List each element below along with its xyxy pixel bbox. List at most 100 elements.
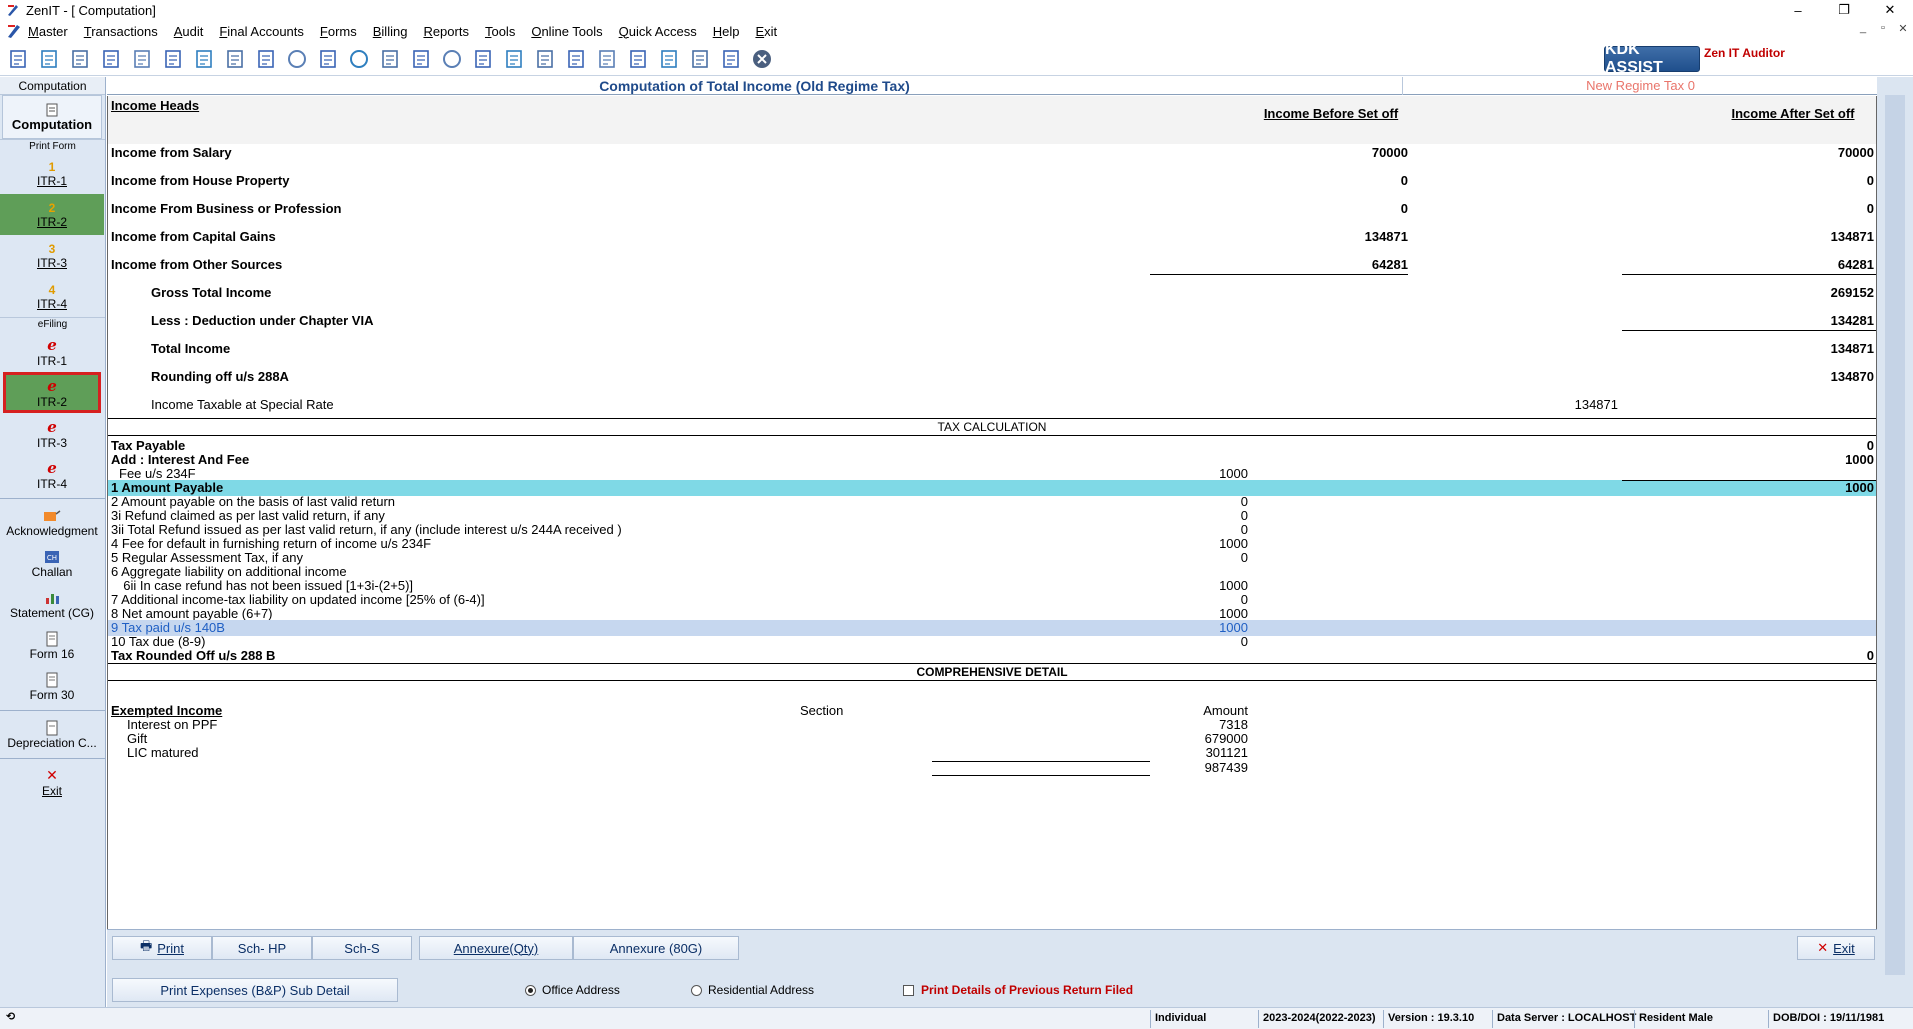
sidebar-item-depreciation[interactable]: Depreciation C...	[0, 714, 104, 755]
close-circle-icon[interactable]	[748, 46, 775, 72]
vertical-scrollbar[interactable]	[1877, 77, 1913, 1007]
bar-chart-icon[interactable]	[97, 46, 124, 72]
download-icon[interactable]	[593, 46, 620, 72]
sidebar-print-itr-2[interactable]: 2 ITR-2	[0, 194, 104, 235]
sidebar-print-itr-1[interactable]: 1 ITR-1	[0, 153, 104, 194]
print-expenses-button[interactable]: Print Expenses (B&P) Sub Detail	[112, 978, 398, 1002]
computation-icon[interactable]	[4, 46, 31, 72]
zen-it-auditor-link[interactable]: Zen IT Auditor	[1704, 46, 1785, 60]
annexure-80g-button[interactable]: Annexure (80G)	[573, 936, 739, 960]
mdi-close-button[interactable]: ✕	[1893, 22, 1913, 35]
tax-line-label: 10 Tax due (8-9)	[111, 634, 206, 649]
fee-234f-value: 1000	[1219, 466, 1248, 481]
mdi-restore-button[interactable]: ▫	[1873, 22, 1893, 35]
sidebar-efiling-itr-2[interactable]: e ITR-2	[3, 372, 101, 413]
home-icon[interactable]	[35, 46, 62, 72]
filter-icon[interactable]	[221, 46, 248, 72]
print-button[interactable]: 🖶 Print	[112, 936, 212, 960]
sidebar-item-computation[interactable]: Computation	[2, 95, 102, 139]
sidebar-print-itr-4[interactable]: 4 ITR-4	[0, 276, 104, 317]
sch-s-button[interactable]: Sch-S	[312, 936, 412, 960]
building-icon[interactable]	[66, 46, 93, 72]
scrollbar-thumb[interactable]	[1885, 95, 1905, 975]
print-previous-return-checkbox[interactable]: Print Details of Previous Return Filed	[903, 983, 1133, 997]
refresh-icon[interactable]	[283, 46, 310, 72]
sidebar-item-form-30[interactable]: Form 30	[0, 666, 104, 707]
calendar-icon[interactable]	[531, 46, 558, 72]
income-heads-label: Income Heads	[111, 98, 200, 113]
menu-exit[interactable]: Exit	[755, 24, 777, 39]
income-row-label: Income from Other Sources	[111, 257, 283, 272]
sidebar-item-acknowledgment[interactable]: Acknowledgment	[0, 502, 104, 543]
office-address-radio[interactable]: Office Address	[525, 983, 620, 997]
book-icon[interactable]	[407, 46, 434, 72]
calculator-icon[interactable]	[314, 46, 341, 72]
amount-payable-label: 1 Amount Payable	[111, 480, 224, 495]
pie-chart-icon[interactable]	[345, 46, 372, 72]
fee-234f-label: Fee u/s 234F	[119, 466, 196, 481]
tax-line-label: 6ii In case refund has not been issued […	[116, 578, 414, 593]
efiling-label: ITR-2	[37, 394, 67, 409]
sidebar-item-challan[interactable]: CH Challan	[0, 543, 104, 584]
section-column-header: Section	[800, 703, 844, 718]
income-row-label: Income From Business or Profession	[111, 201, 342, 216]
menu-help[interactable]: Help	[713, 24, 740, 39]
menu-master[interactable]: Master	[28, 24, 68, 39]
form-edit-icon[interactable]	[500, 46, 527, 72]
selected-tax-row[interactable]	[108, 620, 1876, 636]
gift-icon[interactable]	[128, 46, 155, 72]
scd-icon[interactable]	[686, 46, 713, 72]
report-icon[interactable]	[469, 46, 496, 72]
calc-sheet-icon[interactable]	[717, 46, 744, 72]
info-icon[interactable]	[438, 46, 465, 72]
upload-icon[interactable]	[562, 46, 589, 72]
menu-transactions[interactable]: Transactions	[84, 24, 158, 39]
sidebar-item-statement-cg[interactable]: Statement (CG)	[0, 584, 104, 625]
menu-final-accounts[interactable]: Final Accounts	[219, 24, 304, 39]
pay-icon[interactable]	[376, 46, 403, 72]
menu-quick-access[interactable]: Quick Access	[619, 24, 697, 39]
kdk-assist-button[interactable]: KDK ASSIST	[1604, 41, 1700, 76]
sidebar-efiling-itr-1[interactable]: e ITR-1	[0, 331, 104, 372]
restore-button[interactable]: ❐	[1821, 0, 1867, 20]
new-regime-tax[interactable]: New Regime Tax 0	[1404, 77, 1877, 95]
sidebar-item-exit[interactable]: ✕ Exit	[0, 762, 104, 803]
sidebar-item-label: Acknowledgment	[6, 523, 98, 538]
annexure-qty-button[interactable]: Annexure(Qty)	[419, 936, 573, 960]
sidebar-print-itr-3[interactable]: 3 ITR-3	[0, 235, 104, 276]
old-regime-title: Computation of Total Income (Old Regime …	[107, 77, 1403, 95]
exempt-item-amount: 301121	[1205, 745, 1248, 760]
efiling-label: ITR-4	[37, 476, 67, 491]
sidebar-item-form-16[interactable]: Form 16	[0, 625, 104, 666]
menu-online-tools[interactable]: Online Tools	[531, 24, 602, 39]
income-before-value: 0	[1400, 173, 1408, 188]
sch-hp-button[interactable]: Sch- HP	[212, 936, 312, 960]
tax-icon[interactable]	[252, 46, 279, 72]
gavel-icon[interactable]	[190, 46, 217, 72]
tax-calculation-title: TAX CALCULATION	[937, 420, 1047, 434]
menu-audit[interactable]: Audit	[174, 24, 204, 39]
users-icon[interactable]	[159, 46, 186, 72]
exit-button[interactable]: ✕ Exit	[1797, 936, 1875, 960]
status-divider	[1258, 1010, 1259, 1028]
menu-reports[interactable]: Reports	[423, 24, 469, 39]
status-divider	[1383, 1010, 1384, 1028]
app-menu-icon[interactable]	[6, 23, 22, 39]
form16-icon	[46, 631, 58, 646]
bs-icon[interactable]	[624, 46, 651, 72]
sidebar-efiling-itr-3[interactable]: e ITR-3	[0, 413, 104, 454]
menu-tools[interactable]: Tools	[485, 24, 515, 39]
residential-address-radio[interactable]: Residential Address	[691, 983, 814, 997]
income-row-label: Income from Capital Gains	[111, 229, 276, 244]
menu-forms[interactable]: Forms	[320, 24, 357, 39]
users-card-icon[interactable]	[655, 46, 682, 72]
exempt-item-label: Interest on PPF	[127, 717, 218, 732]
comprehensive-detail-title: COMPREHENSIVE DETAIL	[916, 665, 1068, 679]
status-bar: ⟲ Individual 2023-2024(2022-2023) Versio…	[0, 1007, 1913, 1029]
document-icon	[46, 103, 58, 116]
mdi-minimize-button[interactable]: _	[1853, 22, 1873, 35]
minimize-button[interactable]: –	[1775, 0, 1821, 20]
sidebar-efiling-itr-4[interactable]: e ITR-4	[0, 454, 104, 495]
menu-billing[interactable]: Billing	[373, 24, 408, 39]
close-window-button[interactable]: ✕	[1867, 0, 1913, 20]
